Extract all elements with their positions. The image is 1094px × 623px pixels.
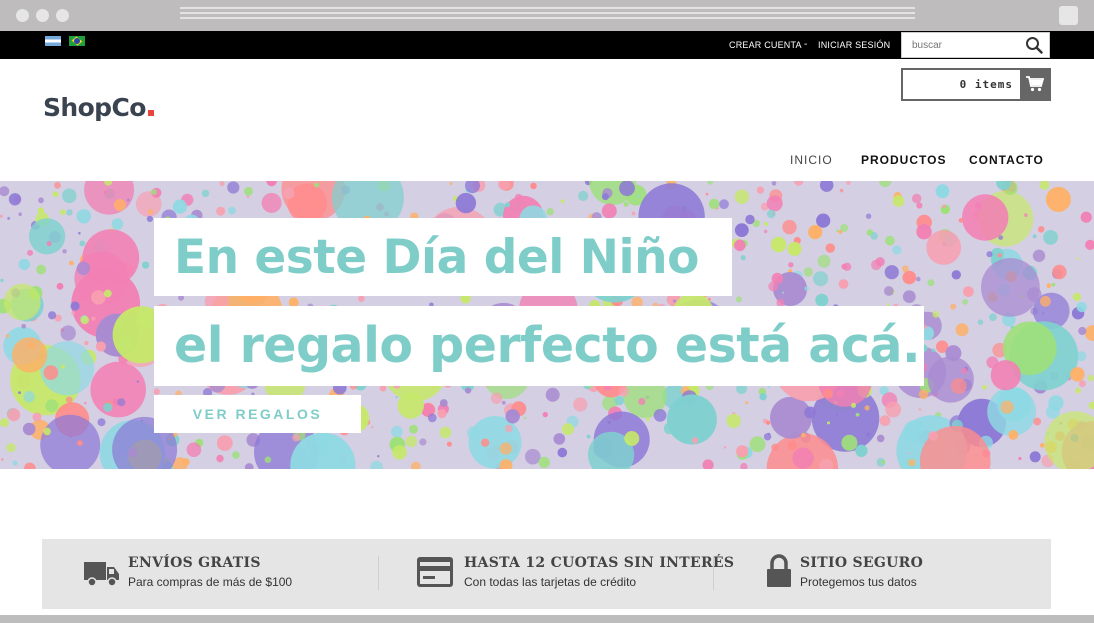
cart-button[interactable]: 0 items bbox=[901, 68, 1051, 101]
feature-subtitle: Protegemos tus datos bbox=[800, 575, 917, 589]
feature-title: ENVÍOS GRATIS bbox=[128, 555, 261, 571]
hero-headline-line2: el regalo perfecto está acá. bbox=[154, 306, 924, 386]
create-account-link[interactable]: CREAR CUENTA bbox=[729, 40, 802, 50]
hero-headline-line1: En este Día del Niño bbox=[154, 218, 732, 296]
shopco-logo[interactable]: ShopCo bbox=[43, 93, 154, 122]
feature-divider bbox=[378, 556, 379, 590]
window-close-dot[interactable] bbox=[16, 9, 29, 22]
nav-inicio[interactable]: INICIO bbox=[790, 153, 833, 167]
search-box bbox=[901, 32, 1050, 58]
topbar-separator: - bbox=[804, 39, 808, 50]
argentina-flag-icon[interactable] bbox=[45, 36, 61, 46]
address-bar[interactable] bbox=[180, 7, 915, 24]
site-header: ShopCo 0 items INICIO PRODUCTOS CONTACTO bbox=[0, 59, 1094, 181]
ver-regalos-button[interactable]: VER REGALOS bbox=[154, 395, 361, 433]
browser-bottom-edge bbox=[0, 615, 1094, 623]
logo-dot-icon bbox=[147, 110, 154, 116]
lock-icon bbox=[767, 554, 791, 587]
credit-card-icon bbox=[417, 557, 453, 587]
window-minimize-dot[interactable] bbox=[36, 9, 49, 22]
nav-contacto[interactable]: CONTACTO bbox=[969, 153, 1044, 167]
login-link[interactable]: INICIAR SESIÓN bbox=[818, 40, 890, 50]
feature-divider bbox=[713, 556, 714, 590]
shopping-cart-icon bbox=[1026, 76, 1044, 92]
feature-subtitle: Con todas las tarjetas de crédito bbox=[464, 575, 637, 589]
cart-count: 0 items bbox=[959, 78, 1013, 91]
window-maximize-dot[interactable] bbox=[56, 9, 69, 22]
window-button[interactable] bbox=[1059, 6, 1078, 25]
hero-banner[interactable]: En este Día del Niño el regalo perfecto … bbox=[0, 181, 1094, 469]
truck-icon bbox=[84, 562, 119, 587]
feature-title: HASTA 12 CUOTAS SIN INTERÉS bbox=[464, 555, 735, 571]
feature-title: SITIO SEGURO bbox=[800, 555, 924, 571]
browser-chrome bbox=[0, 0, 1094, 31]
brazil-flag-icon[interactable] bbox=[69, 36, 85, 46]
cart-icon-button[interactable] bbox=[1020, 68, 1051, 101]
nav-productos[interactable]: PRODUCTOS bbox=[861, 153, 946, 167]
features-strip: ENVÍOS GRATIS Para compras de más de $10… bbox=[42, 539, 1051, 609]
search-icon[interactable] bbox=[1025, 36, 1043, 54]
feature-subtitle: Para compras de más de $100 bbox=[128, 575, 293, 589]
content-area: ENVÍOS GRATIS Para compras de más de $10… bbox=[0, 469, 1094, 615]
search-input[interactable] bbox=[902, 33, 1012, 57]
logo-text: ShopCo bbox=[43, 93, 146, 122]
